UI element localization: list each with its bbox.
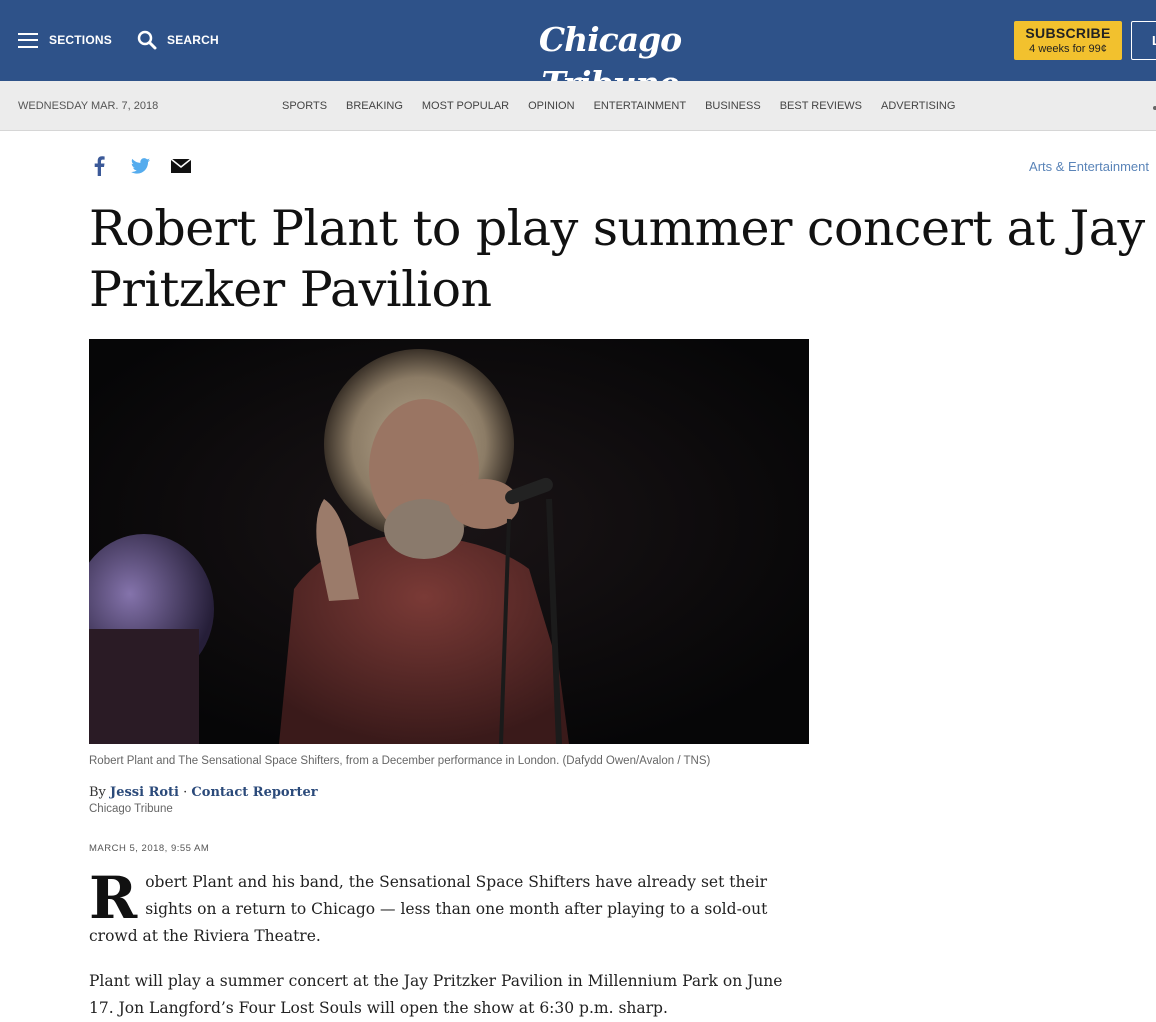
subscribe-offer: 4 weeks for 99¢ — [1029, 43, 1107, 55]
email-icon[interactable] — [171, 156, 191, 176]
article-headline: Robert Plant to play summer concert at J… — [89, 200, 1145, 318]
subnav-link-most-popular[interactable]: MOST POPULAR — [422, 100, 509, 112]
sections-label: SECTIONS — [49, 33, 112, 47]
subnav-link-advertising[interactable]: ADVERTISING — [881, 100, 955, 112]
subnav-link-best-reviews[interactable]: BEST REVIEWS — [780, 100, 862, 112]
search-label: SEARCH — [167, 33, 219, 47]
current-date: WEDNESDAY MAR. 7, 2018 — [18, 100, 159, 112]
concert-photo-image — [89, 339, 809, 744]
search-button[interactable]: SEARCH — [137, 29, 219, 51]
site-logo[interactable]: Chicago Tribune — [470, 18, 750, 103]
share-bar — [89, 156, 212, 176]
more-dot-icon — [1153, 106, 1156, 110]
contact-reporter-link[interactable]: Contact Reporter — [191, 785, 317, 800]
secondary-nav: WEDNESDAY MAR. 7, 2018 SPORTS BREAKING M… — [0, 81, 1156, 131]
subnav-link-breaking[interactable]: BREAKING — [346, 100, 403, 112]
section-link[interactable]: Arts & Entertainment — [1029, 159, 1149, 174]
hamburger-icon — [18, 32, 38, 48]
article-paragraph: Robert Plant and his band, the Sensation… — [89, 869, 799, 950]
subnav-links: SPORTS BREAKING MOST POPULAR OPINION ENT… — [282, 100, 974, 112]
twitter-icon[interactable] — [130, 156, 150, 176]
byline-prefix: By — [89, 785, 106, 800]
subnav-link-sports[interactable]: SPORTS — [282, 100, 327, 112]
author-link[interactable]: Jessi Roti — [110, 785, 179, 800]
facebook-icon[interactable] — [89, 156, 109, 176]
subscribe-label: SUBSCRIBE — [1025, 25, 1111, 41]
byline-organization: Chicago Tribune — [89, 803, 173, 815]
sections-button[interactable]: SECTIONS — [18, 29, 112, 51]
article-photo[interactable] — [89, 339, 809, 744]
subnav-link-business[interactable]: BUSINESS — [705, 100, 761, 112]
search-icon — [137, 30, 157, 50]
photo-caption: Robert Plant and The Sensational Space S… — [89, 755, 711, 767]
login-button[interactable]: L — [1131, 21, 1156, 60]
top-header: SECTIONS SEARCH Chicago Tribune SUBSCRIB… — [0, 0, 1156, 103]
subnav-link-entertainment[interactable]: ENTERTAINMENT — [594, 100, 687, 112]
article-timestamp: MARCH 5, 2018, 9:55 AM — [89, 843, 210, 854]
byline-separator: · — [183, 785, 188, 800]
paragraph-1-text: obert Plant and his band, the Sensationa… — [89, 873, 768, 945]
byline: By Jessi Roti · Contact Reporter — [89, 785, 318, 800]
subscribe-button[interactable]: SUBSCRIBE 4 weeks for 99¢ — [1014, 21, 1122, 60]
subnav-link-opinion[interactable]: OPINION — [528, 100, 574, 112]
drop-cap: R — [89, 864, 138, 932]
